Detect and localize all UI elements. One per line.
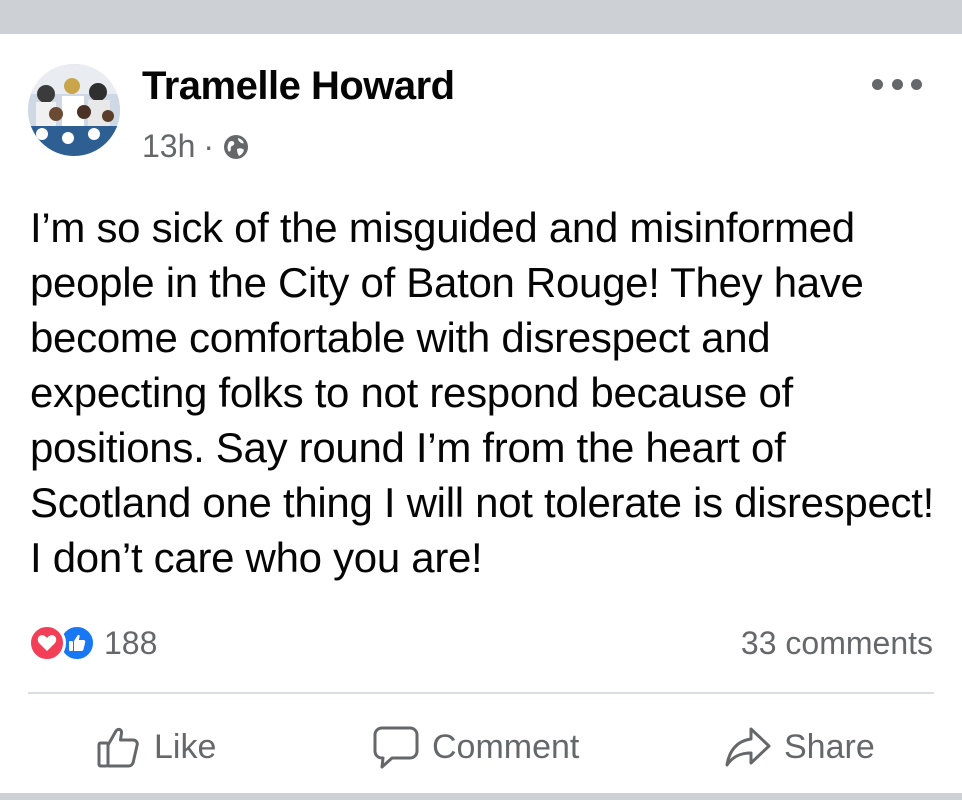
more-dot xyxy=(872,78,883,90)
avatar-photo xyxy=(28,64,120,156)
comment-label: Comment xyxy=(432,727,580,766)
post-card: Tramelle Howard 13h · I’m so sick of the… xyxy=(0,34,962,793)
share-button[interactable]: Share xyxy=(724,722,875,772)
author-name[interactable]: Tramelle Howard xyxy=(142,64,455,109)
like-label: Like xyxy=(154,727,217,766)
more-options-icon[interactable] xyxy=(872,74,922,94)
screen: Tramelle Howard 13h · I’m so sick of the… xyxy=(0,0,962,800)
globe-icon xyxy=(222,132,250,160)
like-button[interactable]: Like xyxy=(96,722,216,772)
share-label: Share xyxy=(784,727,875,766)
comment-bubble-icon xyxy=(373,726,419,769)
comments-count[interactable]: 33 comments xyxy=(741,623,933,663)
reaction-count: 188 xyxy=(104,624,158,661)
post-time[interactable]: 13h xyxy=(142,128,195,165)
post-body: I’m so sick of the misguided and misinfo… xyxy=(30,204,934,581)
bottom-separator xyxy=(0,793,962,800)
thumbs-up-icon xyxy=(97,727,139,768)
reactions-summary[interactable]: 188 xyxy=(28,623,157,663)
share-arrow-icon xyxy=(725,727,771,767)
action-bar: Like Comment Share xyxy=(0,694,962,793)
love-reaction-icon xyxy=(28,624,66,662)
more-dot xyxy=(891,78,903,90)
comment-button[interactable]: Comment xyxy=(372,722,579,772)
avatar[interactable] xyxy=(28,64,120,156)
meta-separator: · xyxy=(203,127,215,164)
top-separator xyxy=(0,0,962,34)
post-meta: 13h · xyxy=(142,126,250,166)
more-dot xyxy=(911,78,922,90)
